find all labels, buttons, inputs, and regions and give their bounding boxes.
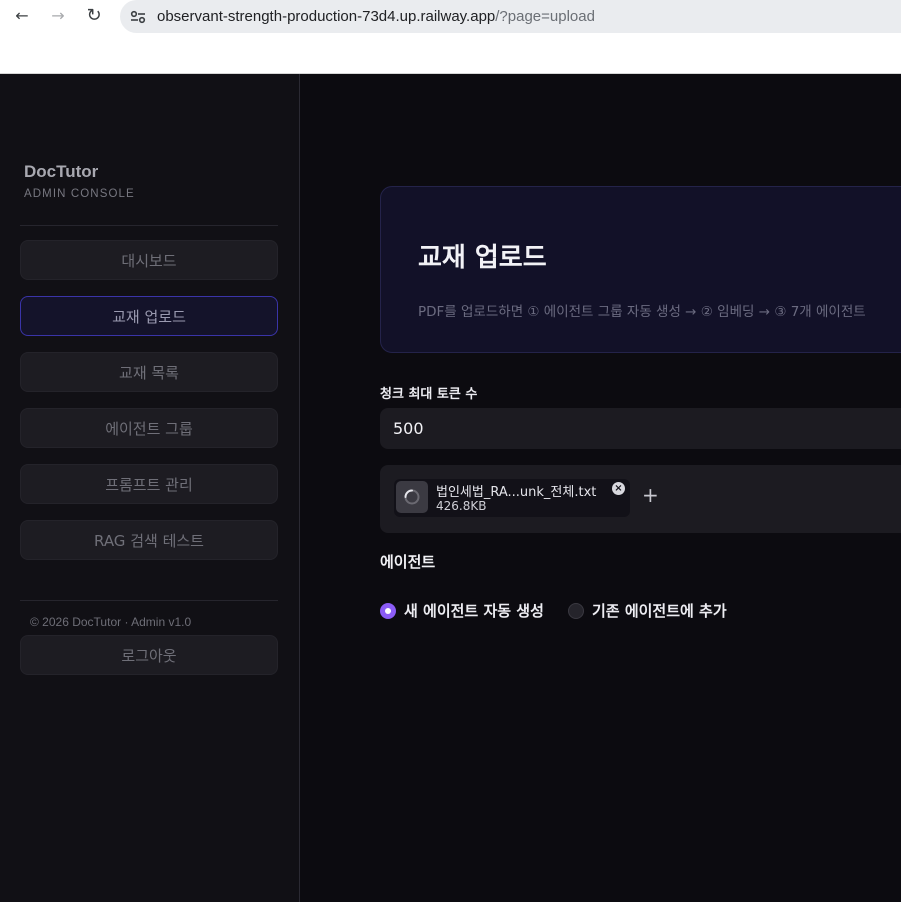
loading-spinner-icon (396, 481, 428, 513)
logout-button[interactable]: 로그아웃 (20, 635, 278, 675)
sidebar-divider (20, 600, 278, 601)
file-dropzone[interactable]: 법인세법_RA...unk_전체.txt 426.8KB × + (380, 465, 901, 533)
sidebar-item-prompts[interactable]: 프롬프트 관리 (20, 464, 278, 504)
address-bar[interactable]: observant-strength-production-73d4.up.ra… (120, 0, 901, 33)
sidebar-item-upload[interactable]: 교재 업로드 (20, 296, 278, 336)
brand-title: DocTutor (24, 162, 99, 181)
brand-subtitle: ADMIN CONSOLE (24, 188, 135, 200)
radio-label: 기존 에이전트에 추가 (592, 602, 727, 620)
sidebar-item-textbook-list[interactable]: 교재 목록 (20, 352, 278, 392)
reload-icon[interactable]: ↻ (82, 4, 106, 28)
sidebar-item-agent-groups[interactable]: 에이전트 그룹 (20, 408, 278, 448)
radio-existing-agent[interactable]: 기존 에이전트에 추가 (568, 600, 727, 621)
add-file-icon[interactable]: + (642, 485, 659, 505)
app-shell: DocTutor ADMIN CONSOLE 대시보드 교재 업로드 교재 목록… (0, 74, 901, 902)
site-settings-icon[interactable] (128, 7, 148, 27)
file-name: 법인세법_RA...unk_전체.txt (436, 485, 597, 500)
url-path: /?page=upload (495, 8, 595, 25)
radio-label: 새 에이전트 자동 생성 (404, 602, 544, 620)
radio-checked-icon[interactable] (380, 602, 396, 619)
sidebar-item-rag-test[interactable]: RAG 검색 테스트 (20, 520, 278, 560)
page-description: PDF를 업로드하면 ① 에이전트 그룹 자동 생성 → ② 임베딩 → ③ 7… (418, 304, 866, 320)
sidebar-divider (20, 225, 278, 226)
chunk-tokens-label: 청크 최대 토큰 수 (380, 387, 478, 402)
radio-new-agent[interactable]: 새 에이전트 자동 생성 (380, 600, 544, 621)
uploaded-file-chip: 법인세법_RA...unk_전체.txt 426.8KB × (394, 479, 630, 517)
browser-toolbar: ← → ↻ observant-strength-production-73d4… (0, 0, 901, 74)
chunk-tokens-input[interactable] (380, 408, 901, 449)
main-content: 교재 업로드 PDF를 업로드하면 ① 에이전트 그룹 자동 생성 → ② 임베… (300, 74, 901, 902)
back-icon[interactable]: ← (10, 4, 34, 28)
sidebar: DocTutor ADMIN CONSOLE 대시보드 교재 업로드 교재 목록… (0, 74, 300, 902)
copyright-text: © 2026 DocTutor · Admin v1.0 (30, 615, 192, 629)
url-host: observant-strength-production-73d4.up.ra… (157, 8, 496, 25)
agent-section-title: 에이전트 (380, 553, 436, 571)
forward-icon[interactable]: → (46, 4, 70, 28)
file-size: 426.8KB (436, 499, 487, 513)
sidebar-item-dashboard[interactable]: 대시보드 (20, 240, 278, 280)
url-text: observant-strength-production-73d4.up.ra… (157, 8, 595, 25)
page-title: 교재 업로드 (418, 243, 547, 273)
radio-unchecked-icon[interactable] (568, 602, 584, 619)
page-header-card: 교재 업로드 PDF를 업로드하면 ① 에이전트 그룹 자동 생성 → ② 임베… (380, 186, 901, 353)
remove-file-icon[interactable]: × (612, 482, 625, 495)
